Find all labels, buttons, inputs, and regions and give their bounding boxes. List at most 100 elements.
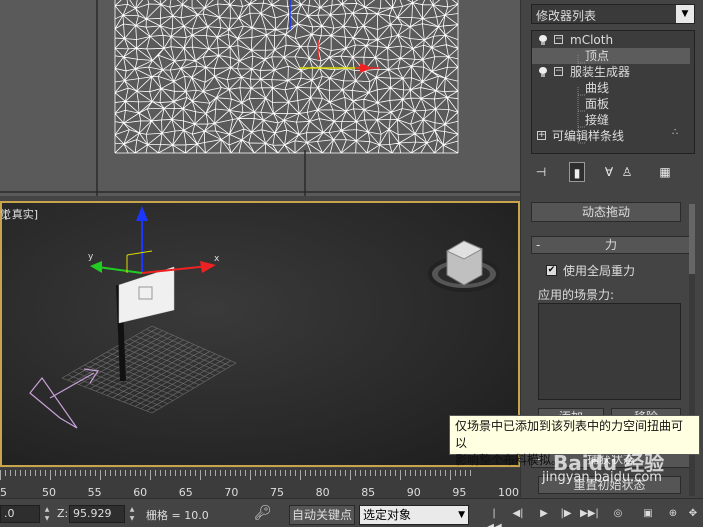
collapse-icon[interactable]: − xyxy=(554,35,563,44)
spinner-arrows-icon[interactable]: ▲ ▼ xyxy=(128,505,136,523)
timeline-tick xyxy=(215,470,216,476)
timeline-track[interactable]: 5 50 55 60 65 70 75 80 85 90 95 100 xyxy=(0,468,520,499)
timeline-tick xyxy=(140,470,141,476)
timeline-tick xyxy=(400,470,401,480)
stack-item-curves[interactable]: 曲线 xyxy=(532,80,690,96)
chevron-down-icon: ▼ xyxy=(458,510,465,520)
previous-frame-icon[interactable]: ◀| xyxy=(510,507,526,521)
timeline-tick xyxy=(115,470,116,476)
timeline-tick xyxy=(390,470,391,476)
timeline-tick xyxy=(30,470,31,476)
stack-item-mcloth[interactable]: − mCloth xyxy=(532,32,690,48)
timeline-tick xyxy=(265,470,266,476)
perspective-viewport[interactable]: x y [ 真实] xyxy=(0,201,520,467)
timeline-tick xyxy=(155,470,156,476)
lightbulb-icon[interactable] xyxy=(539,35,547,45)
stack-tree-lines xyxy=(577,55,586,144)
make-unique-icon[interactable]: ∀ xyxy=(599,162,619,182)
timeline-tick xyxy=(435,470,436,476)
collapse-icon[interactable]: − xyxy=(554,67,563,76)
key-filter-select[interactable]: 选定对象 ▼ xyxy=(359,505,469,525)
timeline-tick xyxy=(80,470,81,476)
dynamic-drag-button[interactable]: 动态拖动 xyxy=(531,202,681,222)
timeline-tick xyxy=(175,470,176,476)
modifier-list-label: 修改器列表 xyxy=(536,9,597,23)
play-icon[interactable]: ▶ xyxy=(536,507,552,521)
timeline-tick xyxy=(90,470,91,476)
timeline-tick xyxy=(95,470,96,476)
stack-resize-grip-icon[interactable]: ∴ xyxy=(672,127,678,138)
force-rollout-header[interactable]: - 力 xyxy=(531,236,691,254)
timeline-tick xyxy=(275,470,276,476)
stack-item-seams[interactable]: 接缝 xyxy=(532,112,690,128)
timeline-tick xyxy=(250,470,251,480)
lightbulb-icon[interactable] xyxy=(539,67,547,77)
timeline-tick xyxy=(50,470,51,480)
timeline-tick xyxy=(185,470,186,476)
timeline-tick xyxy=(270,470,271,476)
timeline-tick xyxy=(165,470,166,476)
stack-item-panels[interactable]: 面板 xyxy=(532,96,690,112)
ground-grid-line xyxy=(129,338,216,376)
timeline-tick xyxy=(305,470,306,476)
timeline-tick xyxy=(205,470,206,476)
gizmo-y-axis xyxy=(97,266,143,274)
timeline-tick xyxy=(195,470,196,476)
chevron-down-icon[interactable]: ▼ xyxy=(676,5,694,23)
front-viewport[interactable] xyxy=(0,0,520,196)
timeline-tick xyxy=(255,470,256,476)
key-mode-icon[interactable]: ◎ xyxy=(610,507,626,521)
x-coordinate-field[interactable]: .0 xyxy=(0,505,40,523)
z-coordinate-field[interactable]: 95.929 xyxy=(69,505,125,523)
timeline-tick xyxy=(130,470,131,476)
grid-readout: 栅格 = 10.0 xyxy=(146,509,209,522)
timeline-tick xyxy=(25,470,26,476)
stack-item-editable-spline[interactable]: + 可编辑样条线 xyxy=(532,128,690,144)
timeline-tick xyxy=(190,470,191,476)
timeline-tick xyxy=(0,470,1,480)
modifier-stack[interactable]: − mCloth 顶点 − 服装生成器 曲线 面板 接缝 + 可编辑样条线 ∴ xyxy=(531,30,695,154)
timeline-tick xyxy=(260,470,261,476)
time-config-icon[interactable]: ▣ xyxy=(640,507,656,521)
stack-item-vertex[interactable]: 顶点 xyxy=(532,48,690,64)
timeline-tick xyxy=(20,470,21,476)
timeline-tick xyxy=(310,470,311,476)
timeline-tick xyxy=(85,470,86,476)
stack-item-garment-maker[interactable]: − 服装生成器 xyxy=(532,64,690,80)
go-to-end-icon[interactable]: ▶▶| xyxy=(580,507,599,521)
go-to-start-icon[interactable]: |◀◀ xyxy=(486,507,502,527)
timeline-tick xyxy=(210,470,211,476)
timeline-tick xyxy=(180,470,181,476)
global-gravity-checkbox[interactable]: ✔ xyxy=(546,265,557,276)
timeline-tick xyxy=(100,470,101,480)
show-end-result-icon[interactable]: ▮ xyxy=(569,162,585,182)
zoom-icon[interactable]: ⊕ xyxy=(665,507,681,521)
modifier-list-dropdown[interactable]: 修改器列表 ▼ xyxy=(531,4,695,24)
timeline-tick xyxy=(410,470,411,476)
timeline-tick xyxy=(470,470,471,476)
timeline-tick xyxy=(350,470,351,480)
remove-modifier-icon[interactable]: ♙ xyxy=(617,162,637,182)
timeline-tick xyxy=(415,470,416,476)
auto-key-button[interactable]: 自动关键点 xyxy=(289,505,355,525)
gizmo-z-arrow xyxy=(136,206,148,221)
timeline-tick xyxy=(370,470,371,476)
pin-stack-icon[interactable]: ⊣ xyxy=(531,162,551,182)
global-gravity-label: 使用全局重力 xyxy=(563,264,636,278)
pan-icon[interactable]: ✥ xyxy=(685,507,701,521)
configure-sets-icon[interactable]: ▦ xyxy=(655,162,675,182)
key-icon[interactable]: 🔑︎ xyxy=(254,505,272,521)
stack-toolbar: ⊣ ▮ ∀ ♙ ▦ xyxy=(531,162,695,184)
spinner-arrows-icon[interactable]: ▲ ▼ xyxy=(43,505,51,523)
scene-forces-list[interactable] xyxy=(538,303,681,400)
next-frame-icon[interactable]: |▶ xyxy=(558,507,574,521)
ground-grid-line xyxy=(135,335,221,373)
ground-grid-line xyxy=(118,345,205,383)
timeline-tick xyxy=(150,470,151,480)
expand-icon[interactable]: + xyxy=(537,131,546,140)
timeline-tick xyxy=(45,470,46,476)
ground-grid-line xyxy=(151,325,237,364)
timeline-tick xyxy=(315,470,316,476)
gizmo-x-label: x xyxy=(214,254,220,264)
ground-grid-line xyxy=(146,328,231,367)
